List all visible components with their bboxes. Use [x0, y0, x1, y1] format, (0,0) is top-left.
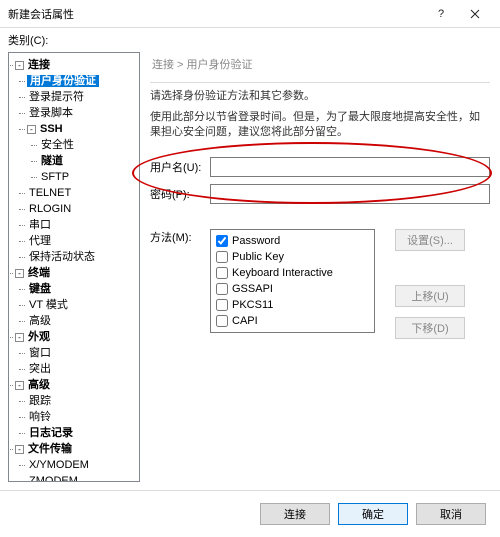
tree-vt[interactable]: VT 模式	[27, 299, 70, 311]
tree-highlight[interactable]: 突出	[27, 363, 53, 375]
collapse-icon[interactable]: -	[15, 269, 24, 278]
tree-sftp[interactable]: SFTP	[39, 171, 71, 183]
method-item[interactable]: Password	[216, 233, 369, 249]
close-icon	[470, 9, 480, 19]
close-button[interactable]	[458, 3, 492, 25]
tree-window[interactable]: 窗口	[27, 347, 53, 359]
tree-terminal[interactable]: 终端	[26, 267, 52, 279]
tree-prompt[interactable]: 登录提示符	[27, 91, 86, 103]
tree-serial[interactable]: 串口	[27, 219, 53, 231]
method-item[interactable]: PKCS11	[216, 297, 369, 313]
method-checkbox[interactable]	[216, 283, 228, 295]
method-list[interactable]: Password Public Key Keyboard Interactive GS…	[210, 229, 375, 333]
tree-script[interactable]: 登录脚本	[27, 107, 75, 119]
movedown-button[interactable]: 下移(D)	[395, 317, 465, 339]
cancel-button[interactable]: 取消	[416, 503, 486, 525]
tree-advanced[interactable]: 高级	[27, 315, 53, 327]
method-item[interactable]: Keyboard Interactive	[216, 265, 369, 281]
tree-connection[interactable]: 连接	[26, 59, 52, 71]
method-item[interactable]: CAPI	[216, 313, 369, 329]
method-item[interactable]: Public Key	[216, 249, 369, 265]
help-button[interactable]: ?	[424, 3, 458, 25]
connect-button[interactable]: 连接	[260, 503, 330, 525]
title-bar: 新建会话属性 ?	[0, 0, 500, 28]
collapse-icon[interactable]: -	[15, 61, 24, 70]
tree-proxy[interactable]: 代理	[27, 235, 53, 247]
method-checkbox[interactable]	[216, 251, 228, 263]
window-title: 新建会话属性	[8, 6, 424, 22]
collapse-icon[interactable]: -	[15, 381, 24, 390]
dialog-footer: 连接 确定 取消	[0, 490, 500, 537]
tree-auth[interactable]: 用户身份验证	[27, 75, 99, 87]
collapse-icon[interactable]: -	[15, 333, 24, 342]
method-checkbox[interactable]	[216, 299, 228, 311]
method-label: 方法(M):	[150, 229, 210, 339]
tree-telnet[interactable]: TELNET	[27, 187, 73, 199]
tree-bell[interactable]: 响铃	[27, 411, 53, 423]
tree-tunnel[interactable]: 隧道	[39, 155, 65, 167]
moveup-button[interactable]: 上移(U)	[395, 285, 465, 307]
collapse-icon[interactable]: -	[27, 125, 36, 134]
tree-security[interactable]: 安全性	[39, 139, 76, 151]
method-item-label: GSSAPI	[232, 283, 273, 295]
collapse-icon[interactable]: -	[15, 445, 24, 454]
tree-zmodem[interactable]: ZMODEM	[27, 475, 80, 482]
username-label: 用户名(U):	[150, 159, 210, 175]
ok-button[interactable]: 确定	[338, 503, 408, 525]
setup-button[interactable]: 设置(S)...	[395, 229, 465, 251]
tree-adv2[interactable]: 高级	[26, 379, 52, 391]
method-checkbox[interactable]	[216, 267, 228, 279]
method-checkbox[interactable]	[216, 315, 228, 327]
category-label: 类别(C):	[8, 35, 48, 47]
tree-keyboard[interactable]: 键盘	[27, 283, 53, 295]
method-item-label: PKCS11	[232, 299, 273, 311]
method-item-label: Public Key	[232, 251, 284, 263]
tree-appearance[interactable]: 外观	[26, 331, 52, 343]
tree-trace[interactable]: 跟踪	[27, 395, 53, 407]
password-label: 密码(P):	[150, 186, 210, 202]
password-input[interactable]	[210, 184, 490, 204]
tree-xymodem[interactable]: X/YMODEM	[27, 459, 91, 471]
tree-rlogin[interactable]: RLOGIN	[27, 203, 73, 215]
method-item[interactable]: GSSAPI	[216, 281, 369, 297]
method-item-label: Keyboard Interactive	[232, 267, 333, 279]
category-tree[interactable]: -连接 用户身份验证 登录提示符 登录脚本 -SSH 安全性 隧道 SFTP T…	[8, 52, 140, 482]
description-2: 使用此部分以节省登录时间。但是，为了最大限度地提高安全性，如果担心安全问题，建议…	[150, 110, 490, 140]
content-pane: 连接 > 用户身份验证 请选择身份验证方法和其它参数。 使用此部分以节省登录时间…	[140, 52, 500, 482]
tree-ssh[interactable]: SSH	[38, 123, 65, 135]
description-1: 请选择身份验证方法和其它参数。	[150, 89, 490, 104]
breadcrumb: 连接 > 用户身份验证	[150, 52, 490, 80]
method-item-label: CAPI	[232, 315, 258, 327]
username-input[interactable]	[210, 157, 490, 177]
method-checkbox[interactable]	[216, 235, 228, 247]
tree-logging[interactable]: 日志记录	[27, 427, 75, 439]
tree-keepalive[interactable]: 保持活动状态	[27, 251, 97, 263]
method-item-label: Password	[232, 235, 280, 247]
tree-filetransfer[interactable]: 文件传输	[26, 443, 74, 455]
